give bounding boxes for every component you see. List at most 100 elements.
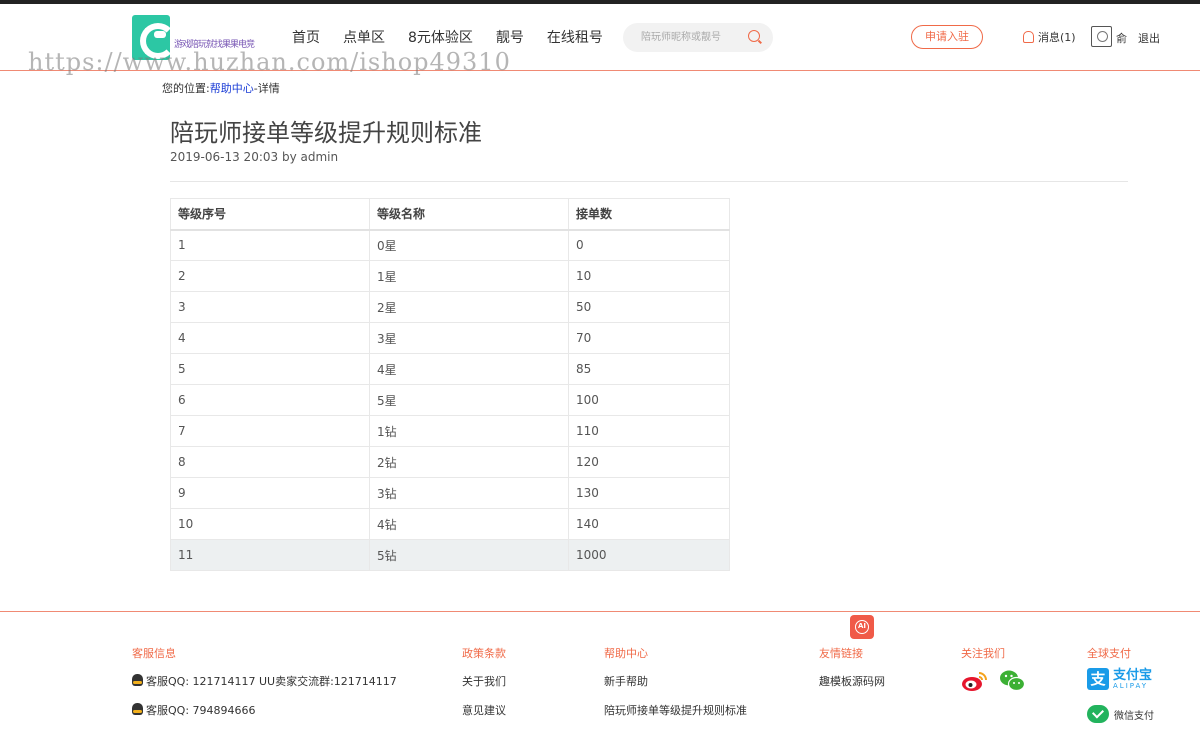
cell-order-count: 130 xyxy=(568,477,730,509)
nav-premium-id[interactable]: 靓号 xyxy=(496,27,524,47)
table-row: 10 4钻 140 xyxy=(170,508,730,540)
article-meta: 2019-06-13 20:03 by admin xyxy=(170,150,339,164)
ai-assistant-button[interactable]: AI xyxy=(850,615,874,639)
table-row: 9 3钻 130 xyxy=(170,477,730,509)
footer-divider xyxy=(0,611,1200,612)
username[interactable]: 俞 xyxy=(1116,30,1127,46)
cell-level-name: 3钻 xyxy=(369,477,569,509)
footer-policy-heading: 政策条款 xyxy=(462,647,506,660)
level-table: 等级序号 等级名称 接单数 1 0星 0 2 1星 10 3 2星 50 4 3星 70 5 4星… xyxy=(170,198,730,571)
cell-order-count: 100 xyxy=(568,384,730,416)
footer-service-heading: 客服信息 xyxy=(132,647,176,660)
footer-service-qq-2: 客服QQ: 794894666 xyxy=(146,704,256,717)
footer-newbie-help-link[interactable]: 新手帮助 xyxy=(604,673,747,702)
cell-level-no: 10 xyxy=(170,508,370,540)
header-divider xyxy=(0,70,1200,71)
footer-service-item: 客服QQ: 121714117 UU卖家交流群:121714117 xyxy=(132,673,397,702)
logout-link[interactable]: 退出 xyxy=(1138,30,1160,46)
cell-level-name: 1星 xyxy=(369,260,569,292)
breadcrumb-current: -详情 xyxy=(253,82,280,95)
page-title: 陪玩师接单等级提升规则标准 xyxy=(170,119,482,147)
logo-text: 游戏陪玩就找果果电竞 xyxy=(173,39,255,50)
cell-level-no: 2 xyxy=(170,260,370,292)
cell-level-no: 9 xyxy=(170,477,370,509)
nav-trial-zone[interactable]: 8元体验区 xyxy=(408,27,473,47)
table-row: 8 2钻 120 xyxy=(170,446,730,478)
search-input[interactable] xyxy=(641,29,745,46)
footer-friend-link[interactable]: 趣模板源码网 xyxy=(819,673,885,702)
cell-order-count: 85 xyxy=(568,353,730,385)
alipay-cn-label: 支付宝 xyxy=(1113,667,1153,683)
footer-links-heading: 友情链接 xyxy=(819,647,863,660)
column-header-level-name: 等级名称 xyxy=(369,198,569,231)
cell-order-count: 120 xyxy=(568,446,730,478)
column-header-order-count: 接单数 xyxy=(568,198,730,231)
ai-icon: AI xyxy=(855,620,869,634)
table-header-row: 等级序号 等级名称 接单数 xyxy=(170,198,730,231)
cell-level-no: 3 xyxy=(170,291,370,323)
footer-level-rules-link[interactable]: 陪玩师接单等级提升规则标准 xyxy=(604,702,747,731)
qq-icon xyxy=(132,674,143,686)
breadcrumb-help-center-link[interactable]: 帮助中心 xyxy=(210,82,254,95)
cell-level-name: 3星 xyxy=(369,322,569,354)
cell-level-no: 6 xyxy=(170,384,370,416)
cell-order-count: 70 xyxy=(568,322,730,354)
footer-help-heading: 帮助中心 xyxy=(604,647,648,660)
nav-order-zone[interactable]: 点单区 xyxy=(343,27,385,47)
table-row: 4 3星 70 xyxy=(170,322,730,354)
apply-join-button[interactable]: 申请入驻 xyxy=(911,25,983,49)
footer-feedback-link[interactable]: 意见建议 xyxy=(462,702,506,731)
search-icon[interactable] xyxy=(748,30,760,42)
title-divider xyxy=(170,181,1128,182)
breadcrumb-prefix: 您的位置: xyxy=(162,82,210,95)
bell-icon xyxy=(1023,31,1034,43)
footer-service: 客服信息 客服QQ: 121714117 UU卖家交流群:121714117 客… xyxy=(132,645,397,731)
breadcrumb: 您的位置:帮助中心-详情 xyxy=(162,80,280,96)
table-row: 1 0星 0 xyxy=(170,229,730,261)
footer-links: 友情链接 趣模板源码网 xyxy=(819,645,885,702)
avatar[interactable] xyxy=(1091,26,1112,47)
alipay-en-label: ALIPAY xyxy=(1113,681,1149,690)
cell-order-count: 10 xyxy=(568,260,730,292)
cell-order-count: 50 xyxy=(568,291,730,323)
main-nav: 首页 点单区 8元体验区 靓号 在线租号 xyxy=(292,27,626,47)
cell-level-name: 1钻 xyxy=(369,415,569,447)
cell-level-name: 4星 xyxy=(369,353,569,385)
table-row: 6 5星 100 xyxy=(170,384,730,416)
table-row-hovered: 11 5钻 1000 xyxy=(170,539,730,571)
wechat-icon[interactable] xyxy=(999,669,1026,693)
cell-level-name: 2星 xyxy=(369,291,569,323)
footer-service-item: 客服QQ: 794894666 xyxy=(132,702,397,731)
table-row: 5 4星 85 xyxy=(170,353,730,385)
cell-level-no: 7 xyxy=(170,415,370,447)
table-row: 7 1钻 110 xyxy=(170,415,730,447)
cell-order-count: 140 xyxy=(568,508,730,540)
cell-level-no: 11 xyxy=(170,539,370,571)
weibo-icon[interactable] xyxy=(961,670,988,692)
nav-rent-account[interactable]: 在线租号 xyxy=(547,27,603,47)
cell-order-count: 0 xyxy=(568,229,730,261)
alipay-icon: 支 xyxy=(1087,668,1109,690)
cell-order-count: 110 xyxy=(568,415,730,447)
wechat-pay-icon xyxy=(1087,705,1109,723)
messages-label: 消息(1) xyxy=(1038,31,1076,44)
logo-icon xyxy=(132,14,176,60)
nav-home[interactable]: 首页 xyxy=(292,27,320,47)
table-row: 3 2星 50 xyxy=(170,291,730,323)
qq-icon xyxy=(132,703,143,715)
site-logo[interactable]: 游戏陪玩就找果果电竞 xyxy=(132,12,255,62)
footer-service-qq-1: 客服QQ: 121714117 UU卖家交流群:121714117 xyxy=(146,675,397,688)
footer-follow-heading: 关注我们 xyxy=(961,647,1005,660)
cell-level-name: 5星 xyxy=(369,384,569,416)
footer-help: 帮助中心 新手帮助 陪玩师接单等级提升规则标准 xyxy=(604,645,747,731)
messages-link[interactable]: 消息(1) xyxy=(1023,29,1076,45)
cell-level-name: 0星 xyxy=(369,229,569,261)
wechat-pay-logo: 微信支付 xyxy=(1087,705,1154,723)
wechat-pay-label: 微信支付 xyxy=(1114,710,1154,722)
cell-level-name: 5钻 xyxy=(369,539,569,571)
cell-level-name: 4钻 xyxy=(369,508,569,540)
footer-about-link[interactable]: 关于我们 xyxy=(462,673,506,702)
cell-level-no: 8 xyxy=(170,446,370,478)
cell-level-name: 2钻 xyxy=(369,446,569,478)
cell-level-no: 5 xyxy=(170,353,370,385)
